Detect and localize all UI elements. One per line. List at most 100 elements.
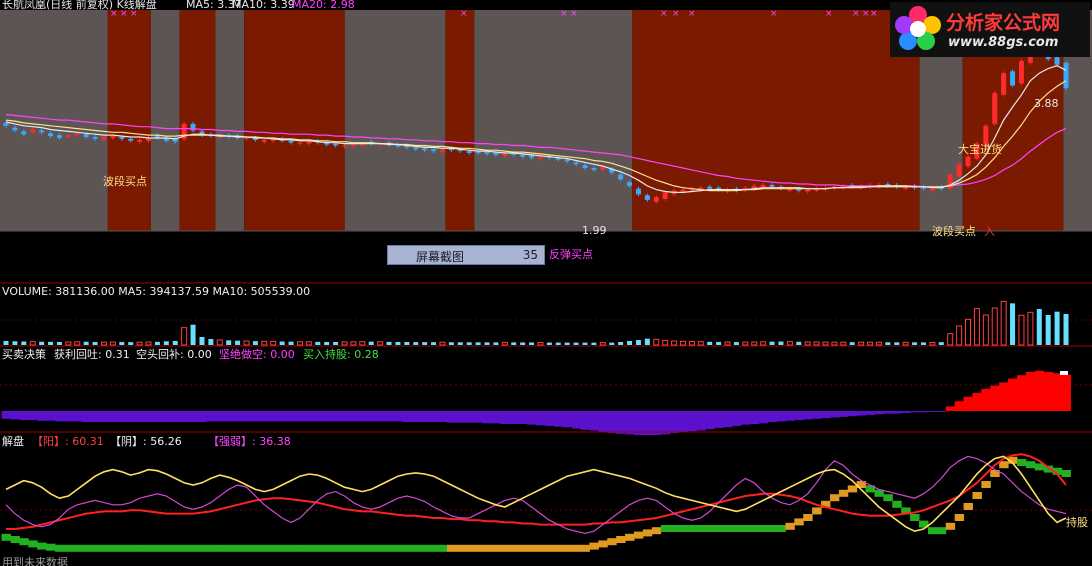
volume-bar: [475, 342, 481, 345]
stock-chart[interactable]: 长航凤凰(日线 前复权) K线解盘 MA5: 3.37 MA10: 3.39 M…: [0, 0, 1092, 566]
candle-body: [475, 152, 481, 154]
candle-body: [333, 143, 339, 146]
decision-bar: [785, 411, 795, 421]
decision-profit-taking: 获利回吐: 0.31: [54, 348, 130, 361]
jiepan-step-block: [215, 544, 225, 552]
decision-bar: [794, 411, 804, 421]
candle-body: [110, 136, 116, 138]
annotation-buy-in: 入: [984, 225, 995, 238]
candle-body: [12, 127, 18, 131]
jiepan-step-block: [536, 544, 546, 552]
candle-body: [21, 131, 27, 135]
decision-bar: [250, 411, 261, 422]
jiepan-step-block: [348, 544, 359, 552]
jiepan-step-block: [589, 542, 599, 550]
volume-bar: [716, 341, 722, 345]
jiepan-step-block: [242, 544, 252, 552]
volume-bar: [457, 342, 463, 345]
volume-bar: [83, 341, 89, 345]
volume-bar: [635, 340, 641, 345]
shading-band-5: [244, 10, 345, 231]
decision-bar: [375, 411, 386, 422]
volume-readout: VOLUME: 381136.00 MA5: 394137.59 MA10: 5…: [2, 285, 310, 298]
decision-bar: [749, 411, 760, 424]
jiepan-step-block: [295, 544, 305, 552]
jiepan-step-block: [607, 538, 617, 546]
decision-bar: [72, 411, 83, 422]
decision-bar: [625, 411, 635, 435]
volume-bar: [154, 341, 160, 345]
decision-bar: [1061, 374, 1071, 411]
jiepan-step-block: [660, 525, 671, 532]
shading-band-8: [474, 10, 633, 231]
candle-body: [644, 195, 650, 200]
decision-bar: [420, 411, 430, 423]
decision-bar: [384, 411, 394, 422]
jiepan-step-block: [981, 481, 991, 488]
jiepan-step-block: [28, 540, 38, 548]
decision-bar: [117, 411, 127, 423]
volume-bar: [395, 341, 401, 345]
decision-bar: [144, 411, 154, 423]
candle-body: [502, 153, 508, 156]
decision-bar: [821, 411, 831, 419]
volume-bar: [564, 342, 570, 345]
candle-body: [3, 122, 9, 126]
jiepan-step-block: [527, 544, 537, 552]
decision-bar: [357, 411, 368, 422]
decision-bar: [500, 411, 510, 424]
candle-body: [128, 138, 134, 141]
decision-bar: [972, 392, 982, 411]
decision-bar: [892, 411, 902, 414]
screenshot-tooltip: 屏幕截图 35: [387, 245, 545, 265]
candle-body: [627, 182, 633, 186]
jiepan-step-block: [731, 525, 742, 532]
volume-bar: [333, 342, 339, 345]
decision-bar: [919, 411, 929, 413]
volume-bar: [493, 342, 499, 345]
jiepan-step-block: [482, 544, 492, 552]
ma10-readout: MA10: 3.39: [232, 0, 295, 11]
decision-bar: [170, 411, 181, 423]
jiepan-step-block: [847, 485, 858, 493]
jiepan-step-block: [669, 525, 680, 532]
volume-bar: [21, 341, 27, 345]
jiepan-step-block: [366, 544, 377, 552]
jiepan-step-block: [72, 544, 83, 552]
volume-bar: [733, 342, 739, 345]
decision-bar: [607, 411, 617, 434]
volume-bar: [288, 341, 294, 345]
volume-bar: [609, 342, 615, 345]
volume-bar: [1010, 303, 1016, 345]
volume-bar: [315, 341, 321, 345]
decision-bar: [242, 411, 252, 422]
jiepan-step-block: [63, 544, 74, 552]
decision-bar: [161, 411, 172, 423]
jiepan-step-block: [1025, 461, 1036, 469]
jiepan-step-block: [54, 544, 65, 552]
decision-bar: [10, 411, 20, 420]
decision-bar: [108, 411, 118, 423]
jiepan-step-block: [678, 525, 688, 532]
decision-bar: [215, 411, 225, 422]
decision-bar: [981, 388, 991, 411]
decision-bar: [473, 411, 484, 423]
jiepan-step-block: [188, 544, 199, 552]
signal-marker-13: ×: [870, 9, 878, 19]
signal-marker-9: ×: [770, 9, 778, 19]
volume-bar: [1036, 309, 1042, 345]
candle-body: [413, 147, 419, 150]
jiepan-step-block: [446, 544, 457, 552]
jiepan-step-block: [81, 544, 92, 552]
candle-body: [190, 123, 196, 131]
candle-body: [662, 192, 668, 200]
decision-bar: [1043, 372, 1054, 411]
volume-bar: [618, 342, 624, 345]
decision-bar: [714, 411, 724, 428]
jiepan-step-block: [250, 544, 261, 552]
signal-marker-0: ×: [110, 9, 118, 19]
candle-body: [805, 189, 811, 192]
volume-bar: [484, 342, 490, 345]
jiepan-step-block: [892, 500, 902, 508]
decision-bar: [259, 411, 270, 422]
